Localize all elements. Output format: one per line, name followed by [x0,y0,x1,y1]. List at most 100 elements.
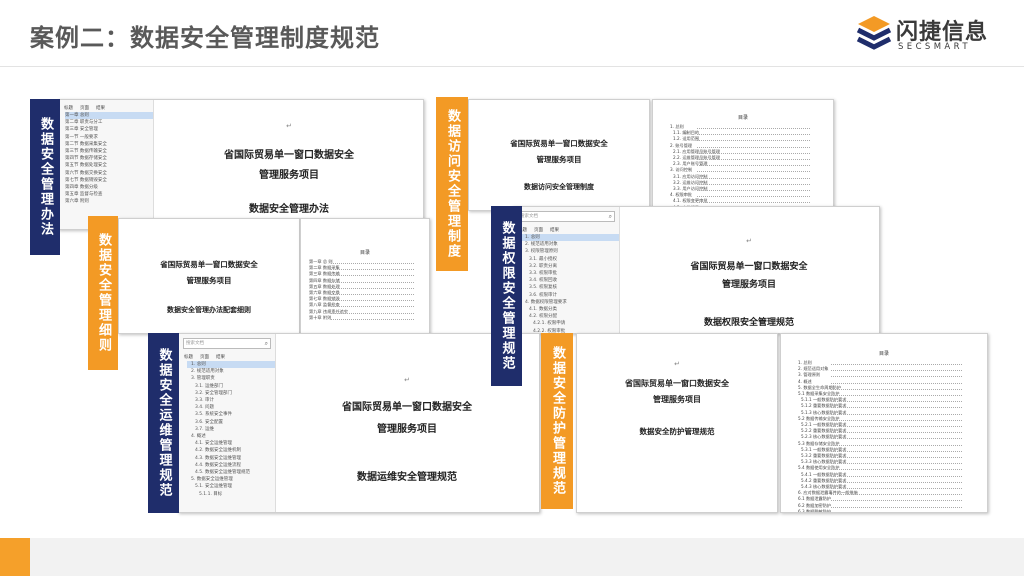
nav-tabs: 标题 页面 结果 [513,226,619,234]
nav-item[interactable]: 2. 规范适用对象 [521,241,619,248]
toc-leader [830,401,963,403]
doc-project-line1: 省国际贸易单一窗口数据安全 [224,150,354,161]
toc-heading: 目录 [737,115,748,121]
nav-item[interactable]: 4. 概述 [187,433,275,440]
nav-item[interactable]: 3.5. 权限复核 [521,284,619,291]
nav-item[interactable]: 4.1. 数据分类 [521,306,619,313]
nav-item[interactable]: 5.1.1. 目标 [187,491,275,498]
nav-item[interactable]: 4. 数据权限管理要求 [521,299,619,306]
nav-item[interactable]: 4.2.1. 权限申请 [521,320,619,327]
toc-leader [697,190,810,192]
paragraph-mark: ↵ [286,122,292,130]
toc-leader [697,177,810,179]
search-icon[interactable]: ⌕ [609,212,612,221]
toc-leader [331,318,415,320]
nav-item[interactable]: 3.4. 权限回收 [521,277,619,284]
toc-leader [830,444,963,446]
toc-leader [331,287,415,289]
doc-protection-cover: ↵ 省国际贸易单一窗口数据安全 管理服务项目 数据安全防护管理规范 [576,333,778,513]
nav-item[interactable]: 3.6. 权限审计 [521,292,619,299]
nav-item[interactable]: 4.2. 数据安全运维机制 [187,447,275,454]
nav-item[interactable]: 4.3. 数据安全运维管理 [187,455,275,462]
search-input[interactable]: 搜索文档 ⌕ [183,338,271,349]
nav-list: 1. 总则 2. 规范适用对象 3. 管理职责 3.1. 运维部门 3.2. 安全管理部… [179,361,275,498]
nav-item[interactable]: 1. 总则 [521,234,619,242]
doc-project-line2: 管理服务项目 [186,276,232,285]
nav-item[interactable]: 5.1. 安全运维管理 [187,483,275,490]
nav-item[interactable]: 第一节 一般要求 [65,134,153,141]
nav-item[interactable]: 第七节 数据销毁安全 [65,177,153,184]
nav-tabs: 标题 页面 结果 [179,353,275,361]
doc-project-line1: 省国际贸易单一窗口数据安全 [510,139,608,148]
nav-item[interactable]: 第一章 总则 [65,112,153,120]
nav-item[interactable]: 第二章 职责与分工 [65,119,153,126]
nav-tabs: 标题 页面 结果 [59,104,153,112]
nav-item[interactable]: 3.1. 运维部门 [187,383,275,390]
nav-item[interactable]: 1. 总则 [187,361,275,369]
nav-item[interactable]: 3.4. 问题 [187,404,275,411]
nav-item[interactable]: 5. 数据安全运维管理 [187,476,275,483]
nav-item[interactable]: 第五章 监督与检查 [65,191,153,198]
nav-item[interactable]: 第六章 附则 [65,198,153,205]
nav-item[interactable]: 2. 规范适用对象 [187,368,275,375]
nav-tab[interactable]: 标题 [64,106,73,111]
toc-item-text: 4. 概述 [798,378,812,384]
nav-item[interactable]: 3.5. 系统安全事件 [187,411,275,418]
doc-project-line2: 管理服务项目 [653,395,701,404]
toc-leader [830,457,963,459]
nav-item[interactable]: 第五节 数据处理安全 [65,162,153,169]
slide-title: 案例二：数据安全管理制度规范 [30,24,380,52]
nav-item[interactable]: 第二节 数据采集安全 [65,141,153,148]
doc-project-line2: 管理服务项目 [377,424,437,435]
nav-item[interactable]: 第六节 数据交换安全 [65,170,153,177]
nav-tab[interactable]: 标题 [184,355,193,360]
nav-item[interactable]: 3.3. 审计 [187,397,275,404]
toc-leader [697,146,810,148]
doc-project-line1: 省国际贸易单一窗口数据安全 [160,260,258,269]
nav-item[interactable]: 第四节 数据存储安全 [65,155,153,162]
doc-access-cover: 省国际贸易单一窗口数据安全 管理服务项目 数据访问安全管理制度 [468,99,650,211]
nav-item[interactable]: 3.7. 运维 [187,426,275,433]
nav-tab[interactable]: 页面 [200,355,209,360]
search-icon[interactable]: ⌕ [265,339,268,348]
toc-leader [697,183,810,185]
nav-list: 第一章 总则 第二章 职责与分工 第三章 安全管理 第一节 一般要求 第二节 数据采集安… [59,112,153,206]
toc-heading: 目录 [359,250,370,256]
toc-leader [331,275,415,277]
nav-tab[interactable]: 页面 [80,106,89,111]
nav-item[interactable]: 3.2. 职责分离 [521,263,619,270]
nav-item[interactable]: 3.2. 安全管理部门 [187,390,275,397]
nav-item[interactable]: 4.5. 数据安全运维管理规范 [187,469,275,476]
doc-name: 数据安全管理办法配套细则 [167,306,251,314]
nav-item[interactable]: 3. 管理职责 [187,375,275,382]
doc-permission-spec: 搜索文档 ⌕ 标题 页面 结果 1. 总则 2. 规范适用对象 3. 权限管理原则 3.1… [512,206,880,334]
label-protection-spec: 数据安全防护管理规范 [541,333,573,509]
nav-item[interactable]: 3.6. 安全配置 [187,419,275,426]
doc-name: 数据安全管理办法 [249,204,329,215]
search-input[interactable]: 搜索文档 ⌕ [517,211,615,222]
nav-item[interactable]: 第三章 安全管理 [65,126,153,133]
nav-tab[interactable]: 结果 [216,355,225,360]
nav-tab[interactable]: 页面 [534,228,543,233]
nav-item[interactable]: 4.2. 权限分配 [521,313,619,320]
toc-leader [830,413,963,415]
nav-item[interactable]: 3.1. 最小授权 [521,256,619,263]
toc-leader [697,202,810,204]
nav-item[interactable]: 3. 权限管理原则 [521,248,619,255]
toc-leader [830,506,963,508]
toc-leader [331,294,415,296]
toc-leader [830,395,963,397]
toc-leader [830,438,963,440]
toc-leader [830,450,963,452]
nav-item[interactable]: 第四章 数据分级 [65,184,153,191]
toc-leader [830,481,963,483]
nav-item[interactable]: 3.3. 权限审批 [521,270,619,277]
toc-leader [331,312,415,314]
nav-item[interactable]: 4.1. 安全运维管理 [187,440,275,447]
doc-name: 数据安全防护管理规范 [639,427,715,436]
nav-item[interactable]: 第三节 数据传输安全 [65,148,153,155]
nav-tab[interactable]: 结果 [550,228,559,233]
toc-leader [697,171,810,173]
nav-item[interactable]: 4.4. 数据安全运维流程 [187,462,275,469]
nav-tab[interactable]: 结果 [96,106,105,111]
